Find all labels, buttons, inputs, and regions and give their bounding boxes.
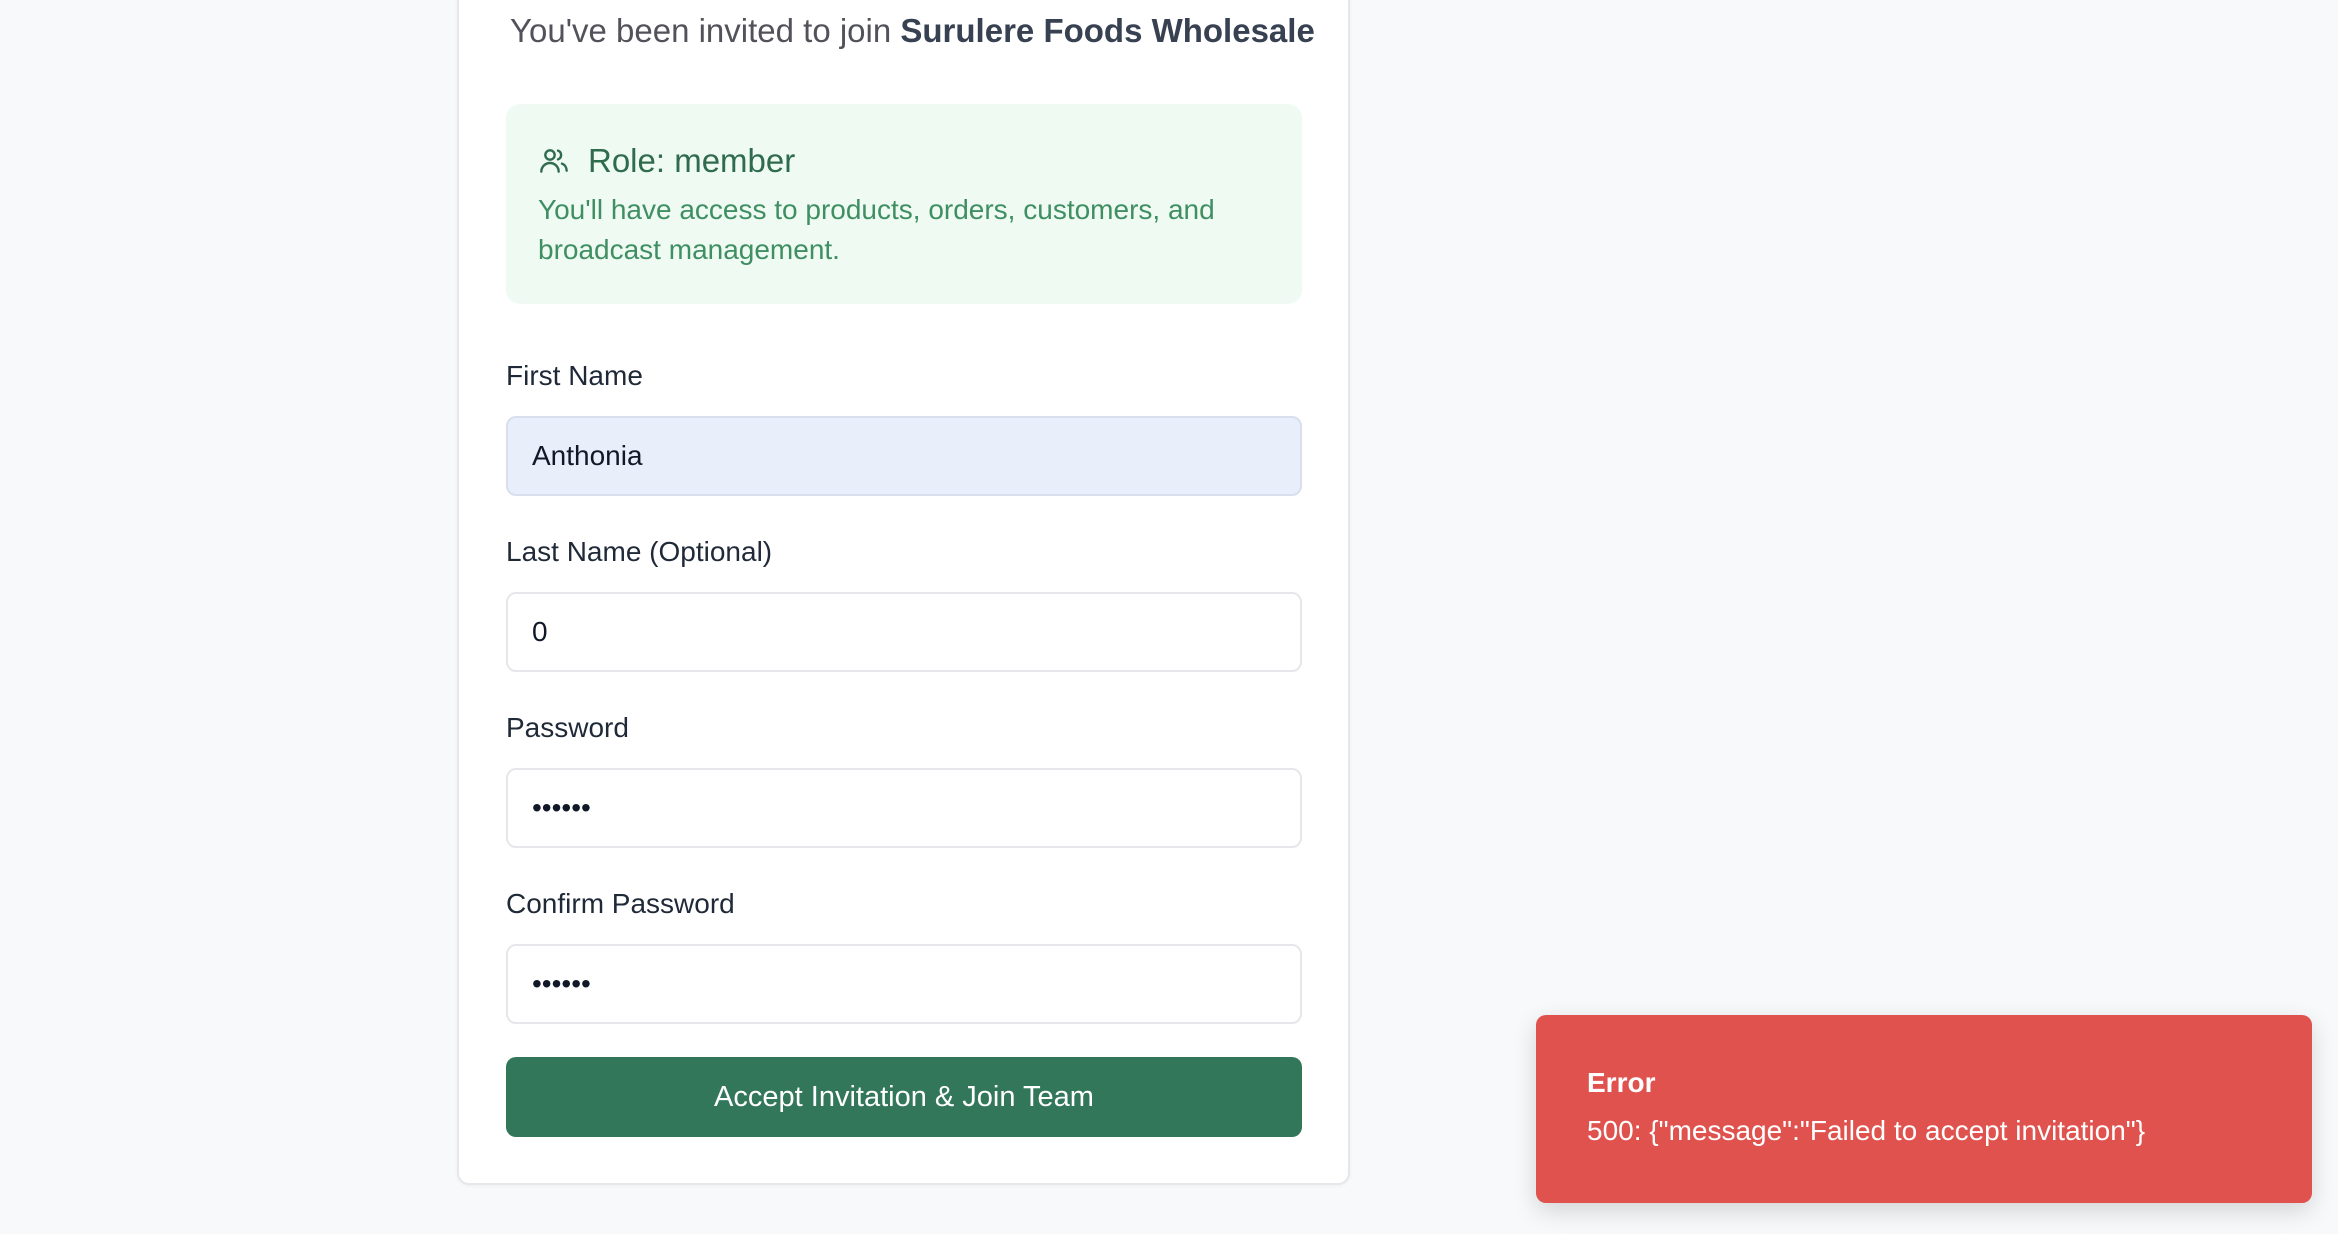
confirm-password-input[interactable]: [506, 944, 1302, 1024]
password-input[interactable]: [506, 768, 1302, 848]
role-info-box: Role: member You'll have access to produ…: [506, 104, 1302, 304]
last-name-label: Last Name (Optional): [506, 536, 773, 567]
confirm-password-label: Confirm Password: [506, 888, 735, 919]
role-description: You'll have access to products, orders, …: [538, 194, 1215, 265]
invitation-prefix: You've been invited to join: [510, 12, 901, 49]
error-toast[interactable]: Error 500: {"message":"Failed to accept …: [1536, 1015, 2312, 1203]
invitation-heading: You've been invited to join Surulere Foo…: [510, 12, 1315, 50]
role-heading: Role: member: [588, 142, 796, 179]
password-label: Password: [506, 712, 629, 743]
users-icon: [538, 145, 570, 177]
first-name-label: First Name: [506, 360, 643, 391]
last-name-input[interactable]: [506, 592, 1302, 672]
toast-title: Error: [1587, 1067, 1656, 1098]
organization-name: Surulere Foods Wholesale: [900, 12, 1315, 49]
first-name-input[interactable]: [506, 416, 1302, 496]
accept-invitation-button[interactable]: Accept Invitation & Join Team: [506, 1057, 1302, 1137]
role-title-row: Role: member: [538, 142, 795, 180]
toast-message: 500: {"message":"Failed to accept invita…: [1587, 1115, 2146, 1146]
